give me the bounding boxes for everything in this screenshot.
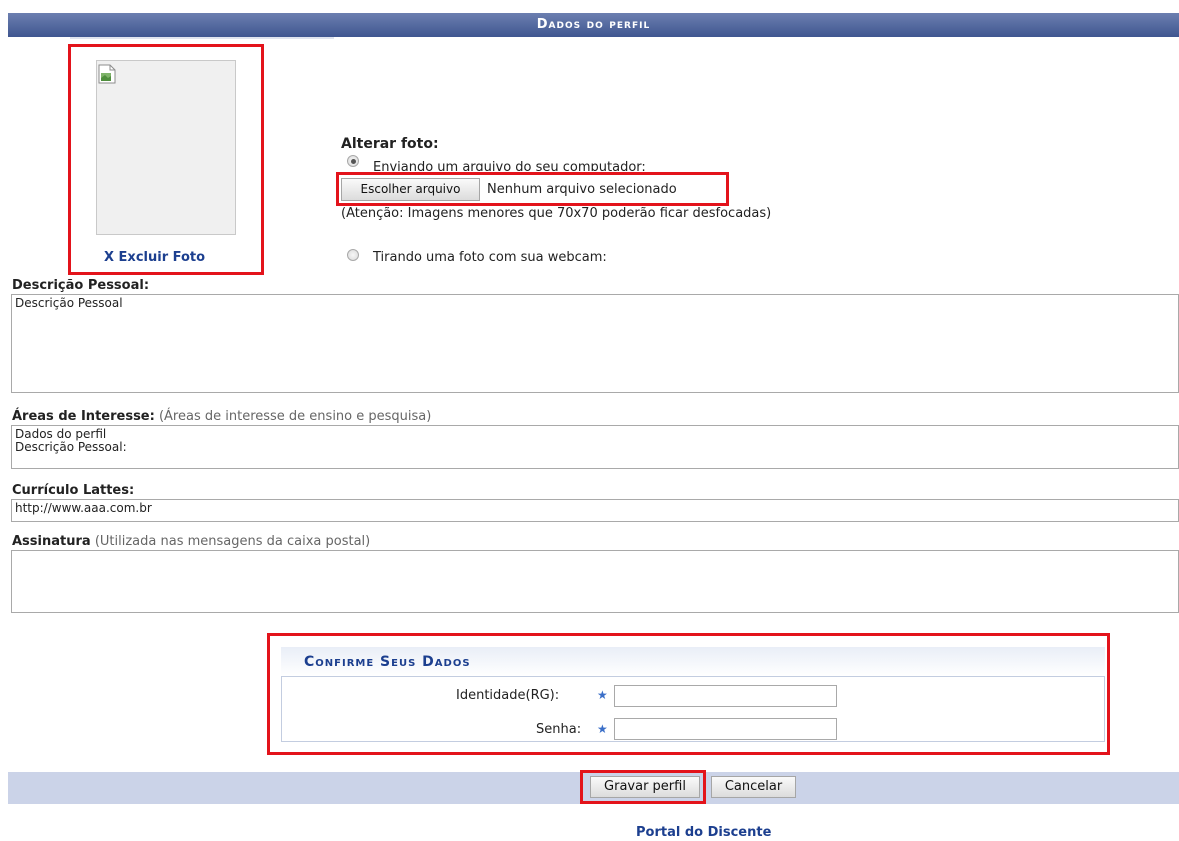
interests-line-2: Descrição Pessoal: <box>15 440 127 454</box>
image-size-hint: (Atenção: Imagens menores que 70x70 pode… <box>341 206 772 221</box>
webcam-option-label: Tirando uma foto com sua webcam: <box>373 250 607 265</box>
confirm-panel-title: Confirme Seus Dados <box>281 647 1105 677</box>
signature-label: Assinatura <box>12 534 91 549</box>
interests-label: Áreas de Interesse: <box>12 409 155 424</box>
broken-image-icon <box>98 64 116 84</box>
signature-label-row: Assinatura (Utilizada nas mensagens da c… <box>12 534 370 549</box>
interests-line-1: Dados do perfil <box>15 427 107 441</box>
change-photo-title: Alterar foto: <box>341 136 439 152</box>
cancel-button[interactable]: Cancelar <box>711 776 796 798</box>
star-icon: ★ <box>597 722 608 736</box>
radio-upload-file[interactable] <box>347 155 359 167</box>
no-file-selected-text: Nenhum arquivo selecionado <box>487 182 677 197</box>
password-label: Senha: <box>536 722 582 737</box>
portal-discente-link[interactable]: Portal do Discente <box>636 825 771 840</box>
signature-textarea[interactable] <box>11 550 1179 613</box>
header-underline <box>70 37 334 39</box>
interests-label-row: Áreas de Interesse: (Áreas de interesse … <box>12 409 431 424</box>
star-icon: ★ <box>597 688 608 702</box>
password-input[interactable] <box>614 718 837 740</box>
personal-description-textarea[interactable]: Descrição Pessoal <box>11 294 1179 393</box>
profile-photo <box>96 60 236 235</box>
personal-description-label: Descrição Pessoal: <box>12 278 150 293</box>
radio-webcam[interactable] <box>347 249 359 261</box>
interests-textarea[interactable]: Dados do perfil Descrição Pessoal: <box>11 425 1179 469</box>
rg-input[interactable] <box>614 685 837 707</box>
interests-hint: (Áreas de interesse de ensino e pesquisa… <box>158 409 432 424</box>
section-header: Dados do perfil <box>8 13 1179 37</box>
delete-photo-link[interactable]: X Excluir Foto <box>104 250 205 265</box>
lattes-input[interactable]: http://www.aaa.com.br <box>11 499 1179 522</box>
choose-file-button[interactable]: Escolher arquivo <box>341 178 480 201</box>
upload-option-label: Enviando um arquivo do seu computador: <box>373 160 646 171</box>
lattes-label: Currículo Lattes: <box>12 483 135 498</box>
rg-label: Identidade(RG): <box>456 688 560 703</box>
save-profile-button[interactable]: Gravar perfil <box>590 776 700 798</box>
signature-hint: (Utilizada nas mensagens da caixa postal… <box>94 534 371 549</box>
